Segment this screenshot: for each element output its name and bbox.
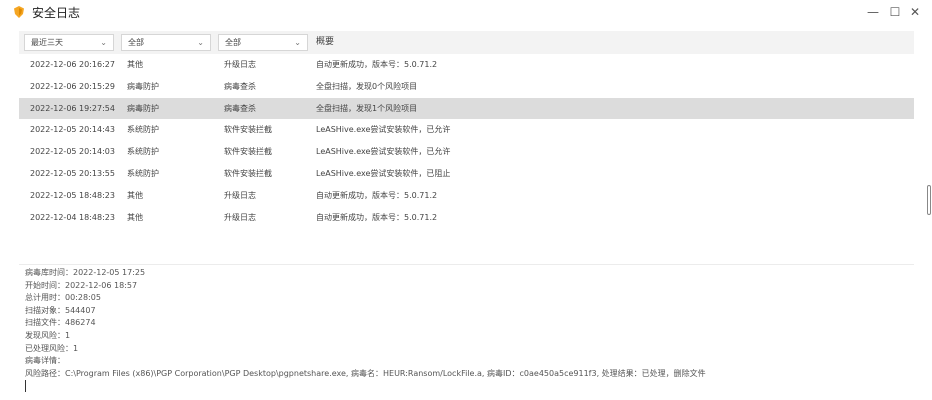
maximize-button[interactable]: ☐ <box>886 4 904 20</box>
detail-virus-details-label: 病毒详情： <box>25 356 65 366</box>
detail-risks-handled: 已处理风险：1 <box>25 343 79 353</box>
time-range-value: 最近三天 <box>31 38 63 47</box>
log-summary: 自动更新成功，版本号：5.0.71.2 <box>316 190 438 200</box>
filter-bar: 最近三天 ⌄ 全部 ⌄ 全部 ⌄ 概要 <box>19 31 914 54</box>
minimize-button[interactable]: — <box>864 4 882 20</box>
log-type: 病毒查杀 <box>224 103 256 113</box>
log-row[interactable]: 2022-12-06 20:16:27 其他 升级日志 自动更新成功，版本号：5… <box>19 54 914 76</box>
type-value: 全部 <box>225 38 241 47</box>
log-type: 病毒查杀 <box>224 81 256 91</box>
log-category: 其他 <box>127 212 143 222</box>
log-type: 升级日志 <box>224 212 256 222</box>
log-time: 2022-12-06 20:16:27 <box>30 60 115 69</box>
log-time: 2022-12-05 20:14:03 <box>30 147 115 157</box>
log-list: 2022-12-06 20:16:27 其他 升级日志 自动更新成功，版本号：5… <box>19 54 914 228</box>
log-summary: LeASHive.exe尝试安装软件，已允许 <box>316 125 451 135</box>
category-value: 全部 <box>128 38 144 47</box>
chevron-down-icon: ⌄ <box>294 38 301 47</box>
detail-total-duration: 总计用时：00:28:05 <box>25 293 101 303</box>
log-type: 软件安装拦截 <box>224 147 272 157</box>
log-category: 系统防护 <box>127 147 159 157</box>
type-dropdown[interactable]: 全部 ⌄ <box>218 34 308 51</box>
log-time: 2022-12-05 20:13:55 <box>30 168 115 178</box>
log-row[interactable]: 2022-12-06 20:15:29 病毒防护 病毒查杀 全盘扫描，发现0个风… <box>19 76 914 98</box>
log-summary: LeASHive.exe尝试安装软件，已阻止 <box>316 168 451 178</box>
log-row[interactable]: 2022-12-05 20:14:03 系统防护 软件安装拦截 LeASHive… <box>19 141 914 163</box>
log-type: 升级日志 <box>224 190 256 200</box>
log-summary: 自动更新成功，版本号：5.0.71.2 <box>316 212 438 222</box>
chevron-down-icon: ⌄ <box>197 38 204 47</box>
log-time: 2022-12-05 20:14:43 <box>30 125 115 135</box>
log-type: 软件安装拦截 <box>224 125 272 135</box>
detail-virus-db-time: 病毒库时间：2022-12-05 17:25 <box>25 268 146 277</box>
log-row[interactable]: 2022-12-05 18:48:23 其他 升级日志 自动更新成功，版本号：5… <box>19 185 914 207</box>
log-row[interactable]: 2022-12-05 20:14:43 系统防护 软件安装拦截 LeASHive… <box>19 119 914 141</box>
title-bar: 安全日志 — ☐ ✕ <box>0 0 932 26</box>
log-category: 其他 <box>127 60 143 69</box>
log-time: 2022-12-04 18:48:23 <box>30 212 115 222</box>
detail-panel: 病毒库时间：2022-12-05 17:25 开始时间：2022-12-06 1… <box>25 267 915 380</box>
detail-scanned-files: 扫描文件：486274 <box>25 318 96 328</box>
log-time: 2022-12-06 19:27:54 <box>30 103 115 113</box>
app-logo-icon <box>14 6 24 18</box>
detail-scanned-objects: 扫描对象：544407 <box>25 305 96 315</box>
log-summary: LeASHive.exe尝试安装软件，已允许 <box>316 147 451 157</box>
window-title: 安全日志 <box>32 6 81 20</box>
log-summary: 全盘扫描，发现0个风险项目 <box>316 81 418 91</box>
category-dropdown[interactable]: 全部 ⌄ <box>121 34 211 51</box>
log-category: 其他 <box>127 190 143 200</box>
log-type: 软件安装拦截 <box>224 168 272 178</box>
text-caret <box>25 380 26 392</box>
vertical-scrollbar-thumb[interactable] <box>927 185 931 215</box>
log-summary: 自动更新成功，版本号：5.0.71.2 <box>316 60 438 69</box>
detail-risks-found: 发现风险：1 <box>25 330 71 340</box>
detail-risk-path: 风险路径：C:\Program Files (x86)\PGP Corporat… <box>25 368 706 378</box>
detail-start-time: 开始时间：2022-12-06 18:57 <box>25 280 138 290</box>
log-category: 病毒防护 <box>127 103 159 113</box>
close-button[interactable]: ✕ <box>906 4 924 20</box>
chevron-down-icon: ⌄ <box>100 38 107 47</box>
log-time: 2022-12-06 20:15:29 <box>30 81 115 91</box>
log-category: 系统防护 <box>127 125 159 135</box>
log-category: 病毒防护 <box>127 81 159 91</box>
log-time: 2022-12-05 18:48:23 <box>30 190 115 200</box>
divider <box>19 264 914 265</box>
log-row[interactable]: 2022-12-04 18:48:23 其他 升级日志 自动更新成功，版本号：5… <box>19 207 914 229</box>
log-type: 升级日志 <box>224 60 256 69</box>
time-range-dropdown[interactable]: 最近三天 ⌄ <box>24 34 114 51</box>
log-row-selected[interactable]: 2022-12-06 19:27:54 病毒防护 病毒查杀 全盘扫描，发现1个风… <box>19 97 914 120</box>
summary-column-header: 概要 <box>316 37 335 47</box>
log-category: 系统防护 <box>127 168 159 178</box>
log-row[interactable]: 2022-12-05 20:13:55 系统防护 软件安装拦截 LeASHive… <box>19 163 914 185</box>
log-summary: 全盘扫描，发现1个风险项目 <box>316 103 418 113</box>
